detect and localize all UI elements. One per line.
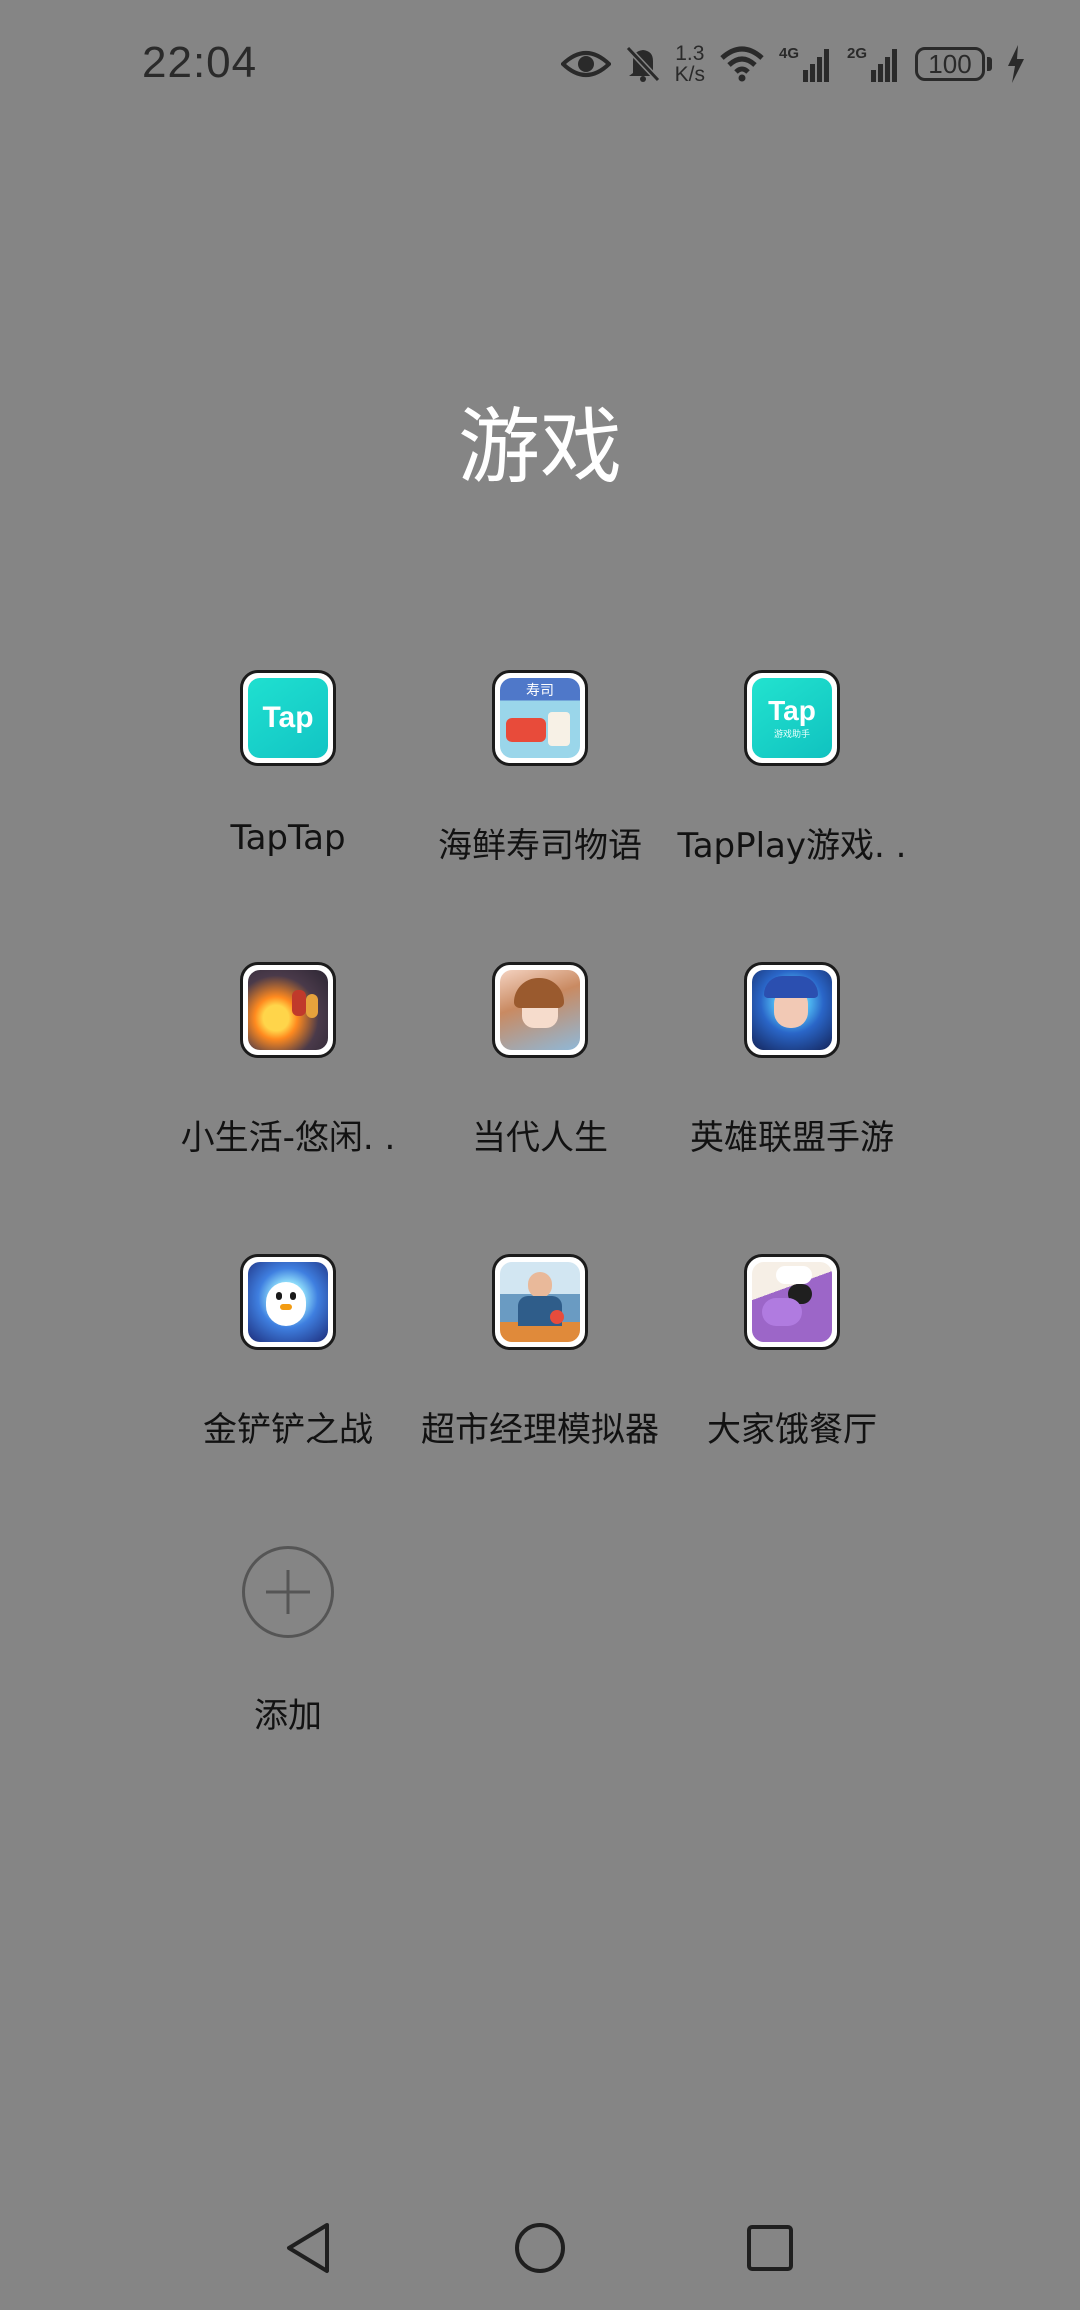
app-restaurant[interactable]: 大家饿餐厅 — [666, 1254, 918, 1474]
app-label: 英雄联盟手游 — [690, 1118, 894, 1158]
folder-title[interactable]: 游戏 — [0, 380, 1080, 499]
home-button[interactable] — [510, 2220, 570, 2280]
app-seafood-sushi[interactable]: 寿司 海鲜寿司物语 — [414, 670, 666, 890]
back-button[interactable] — [278, 2220, 338, 2280]
net-speed-value: 1.3 — [675, 42, 705, 65]
navigation-bar — [0, 2190, 1080, 2310]
app-label: 当代人生 — [472, 1118, 608, 1158]
app-label: 金铲铲之战 — [203, 1410, 373, 1450]
eye-icon — [560, 48, 611, 80]
tapplay-app-icon[interactable]: Tap 游戏助手 — [744, 670, 840, 766]
app-league-of-legends[interactable]: 英雄联盟手游 — [666, 962, 918, 1182]
sushi-game-icon[interactable]: 寿司 — [492, 670, 588, 766]
app-tapplay[interactable]: Tap 游戏助手 TapPlay游戏. . — [666, 670, 918, 890]
recents-icon — [745, 2223, 795, 2277]
bell-muted-icon — [625, 45, 661, 83]
app-little-life[interactable]: 小生活-悠闲. . — [162, 962, 414, 1182]
signal-icon-4g: 4G — [779, 44, 833, 84]
modern-life-game-icon[interactable] — [492, 962, 588, 1058]
battery-icon: 100 — [915, 47, 992, 81]
add-app-button[interactable]: 添加 — [162, 1546, 414, 1766]
wifi-icon — [719, 46, 765, 82]
net-speed: 1.3 K/s — [675, 43, 705, 85]
plus-icon[interactable] — [242, 1546, 334, 1638]
battery-tip — [987, 57, 992, 71]
add-label: 添加 — [254, 1696, 322, 1736]
net-speed-unit: K/s — [674, 63, 705, 86]
status-bar: 22:04 1.3 K/s 4G 2G 100 — [0, 0, 1080, 130]
taptap-icon-text: Tap — [262, 701, 314, 734]
app-label: 超市经理模拟器 — [421, 1410, 659, 1450]
recents-button[interactable] — [740, 2220, 800, 2280]
back-icon — [283, 2221, 333, 2279]
network-type-2g: 2G — [847, 45, 867, 62]
status-time: 22:04 — [142, 38, 258, 87]
app-label: 大家饿餐厅 — [707, 1410, 877, 1450]
app-modern-life[interactable]: 当代人生 — [414, 962, 666, 1182]
app-taptap[interactable]: Tap TapTap — [162, 670, 414, 890]
tapplay-icon-subtext: 游戏助手 — [773, 729, 810, 740]
sushi-icon-text: 寿司 — [526, 683, 554, 699]
app-label: TapTap — [230, 818, 346, 858]
network-type-4g: 4G — [779, 45, 799, 62]
restaurant-game-icon[interactable] — [744, 1254, 840, 1350]
status-icons: 1.3 K/s 4G 2G 100 — [560, 36, 1026, 92]
supermarket-sim-icon[interactable] — [492, 1254, 588, 1350]
battery-level: 100 — [915, 47, 985, 81]
tapplay-icon-text: Tap — [768, 694, 816, 726]
app-label: 海鲜寿司物语 — [438, 826, 642, 866]
charging-icon — [1006, 45, 1026, 83]
home-icon — [513, 2221, 567, 2279]
signal-icon-2g: 2G — [847, 44, 901, 84]
league-of-legends-icon[interactable] — [744, 962, 840, 1058]
app-label: TapPlay游戏. . — [677, 826, 907, 866]
little-life-game-icon[interactable] — [240, 962, 336, 1058]
app-golden-spatula[interactable]: 金铲铲之战 — [162, 1254, 414, 1474]
golden-spatula-icon[interactable] — [240, 1254, 336, 1350]
app-supermarket-sim[interactable]: 超市经理模拟器 — [414, 1254, 666, 1474]
taptap-app-icon[interactable]: Tap — [240, 670, 336, 766]
app-label: 小生活-悠闲. . — [180, 1118, 396, 1158]
